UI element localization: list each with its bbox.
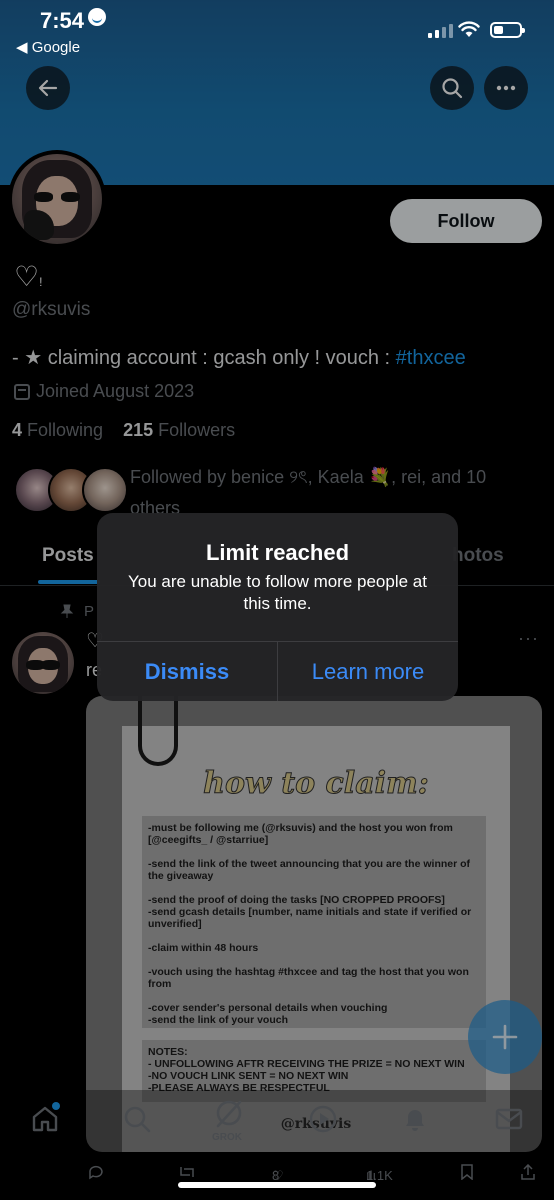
back-to-app-link[interactable]: ◀ Google xyxy=(16,38,80,56)
cellular-signal-icon xyxy=(428,24,453,38)
dismiss-button[interactable]: Dismiss xyxy=(97,642,277,701)
alert-title: Limit reached xyxy=(205,540,350,565)
battery-icon xyxy=(490,22,525,38)
status-bar: 7:54 ◀ Google xyxy=(0,0,554,60)
home-indicator[interactable] xyxy=(178,1182,376,1188)
wifi-icon xyxy=(458,21,480,37)
learn-more-button[interactable]: Learn more xyxy=(278,642,458,701)
focus-smiley-icon xyxy=(88,8,107,26)
limit-reached-alert: Limit reached You are unable to follow m… xyxy=(97,513,458,701)
alert-message: You are unable to follow more people at … xyxy=(128,572,427,613)
status-time: 7:54 xyxy=(40,8,107,34)
